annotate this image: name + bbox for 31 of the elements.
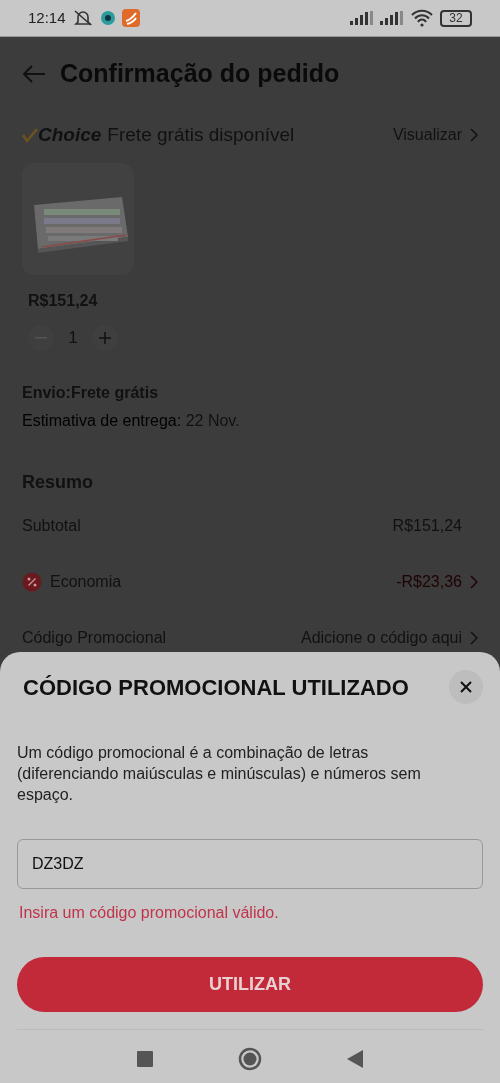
battery-icon: 32 [440,9,472,27]
delivery-estimate-label: Estimativa de entrega: [22,412,182,429]
sheet-title: CÓDIGO PROMOCIONAL UTILIZADO [23,673,409,702]
close-icon [460,681,472,693]
status-time: 12:14 [28,7,66,28]
recents-button[interactable] [137,1051,153,1067]
apply-button[interactable]: UTILIZAR [17,957,483,1012]
app-logo-icon [121,9,140,27]
check-icon [22,127,38,143]
home-button[interactable] [238,1047,262,1071]
back-nav-button[interactable] [347,1050,363,1068]
error-message: Insira um código promocional válido. [19,903,280,923]
app-dot-icon [99,10,116,26]
back-button[interactable] [22,64,46,84]
chevron-right-icon [470,631,478,645]
plus-icon [99,332,111,344]
signal-icon [350,11,374,25]
discount-badge-icon [22,572,42,592]
sheet-description: Um código promocional é a combinação de letras (diferenciando maiúsculas e minúsculas) e números sem espaço. [17,743,422,805]
close-button[interactable] [449,670,483,704]
signal-icon [380,11,404,25]
back-arrow-icon [22,64,46,84]
promo-code-field[interactable]: DZ3DZ [17,839,483,889]
circle-icon [238,1047,262,1071]
wifi-icon [410,9,434,27]
chevron-right-icon [470,575,478,589]
triangle-icon [347,1050,363,1068]
bell-muted-icon [71,9,94,27]
chevron-right-icon [470,128,478,142]
discount-link[interactable]: -R$23,36 [396,570,478,594]
square-icon [137,1051,153,1067]
